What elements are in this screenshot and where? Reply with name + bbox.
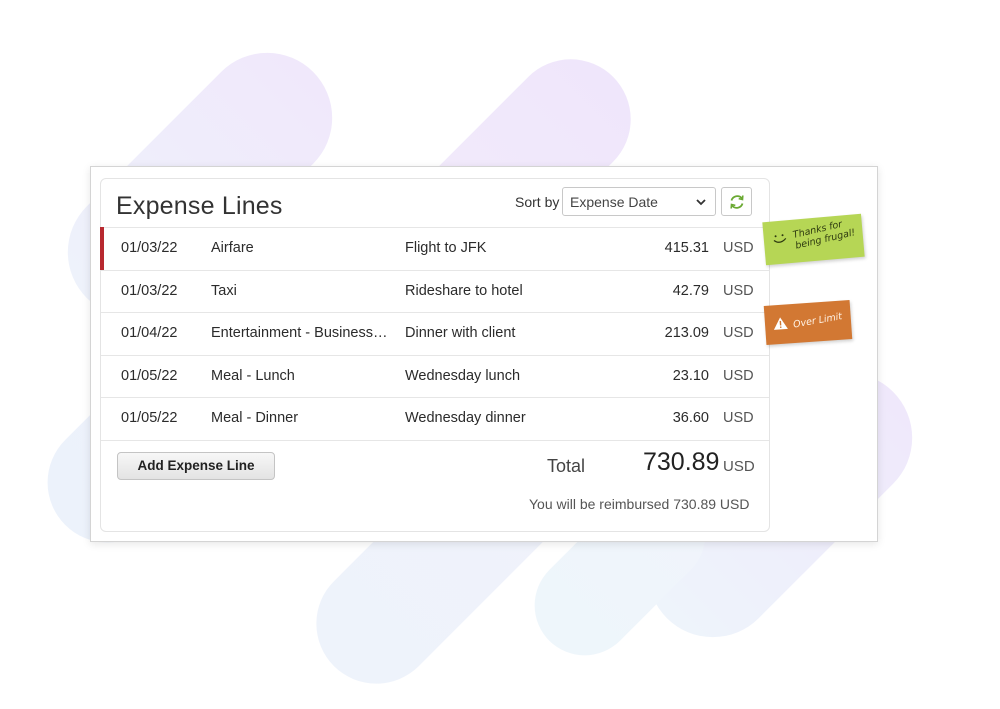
table-row[interactable]: 01/03/22 Taxi Rideshare to hotel 42.79 U… xyxy=(101,269,769,313)
table-row[interactable]: 01/05/22 Meal - Dinner Wednesday dinner … xyxy=(101,397,769,441)
add-expense-line-button[interactable]: Add Expense Line xyxy=(117,452,275,480)
table-row[interactable]: 01/05/22 Meal - Lunch Wednesday lunch 23… xyxy=(101,354,769,398)
row-amount: 36.60 xyxy=(672,410,709,426)
row-amount: 23.10 xyxy=(672,367,709,384)
row-category: Meal - Dinner xyxy=(211,410,299,426)
row-description: Rideshare to hotel xyxy=(405,282,523,299)
row-description: Flight to JFK xyxy=(405,240,487,256)
row-description: Dinner with client xyxy=(405,325,516,341)
row-category: Airfare xyxy=(211,240,254,256)
row-currency: USD xyxy=(723,325,754,341)
row-currency: USD xyxy=(723,410,754,426)
row-flag-marker xyxy=(100,227,104,270)
row-date: 01/03/22 xyxy=(121,282,178,299)
row-amount: 42.79 xyxy=(672,282,709,299)
row-currency: USD xyxy=(723,367,754,384)
row-date: 01/03/22 xyxy=(121,240,178,256)
reimbursement-text: You will be reimbursed 730.89 USD xyxy=(529,496,750,512)
table-row[interactable]: 01/04/22 Entertainment - Business … Dinn… xyxy=(101,312,769,355)
refresh-button[interactable] xyxy=(721,187,752,216)
expense-lines-panel: Expense Lines Sort by Expense Date 01/03… xyxy=(100,178,770,532)
row-currency: USD xyxy=(723,240,754,256)
row-date: 01/05/22 xyxy=(121,367,178,384)
total-value: 730.89 xyxy=(643,448,720,476)
row-category: Entertainment - Business … xyxy=(211,325,391,341)
sort-select-value: Expense Date xyxy=(570,194,658,210)
expense-lines-table: 01/03/22 Airfare Flight to JFK 415.31 US… xyxy=(100,227,769,441)
chevron-down-icon xyxy=(696,199,706,206)
total-currency: USD xyxy=(723,458,755,475)
sort-select[interactable]: Expense Date xyxy=(562,187,716,216)
panel-title: Expense Lines xyxy=(116,192,283,220)
row-amount: 415.31 xyxy=(664,240,709,256)
row-description: Wednesday dinner xyxy=(405,410,526,426)
frugal-note-text: Thanks for being frugal! xyxy=(792,216,857,252)
row-date: 01/04/22 xyxy=(121,325,178,341)
row-category: Taxi xyxy=(211,282,237,299)
over-limit-sticky-note: Over Limit xyxy=(763,300,853,345)
smile-icon xyxy=(773,234,787,243)
row-description: Wednesday lunch xyxy=(405,367,521,384)
row-currency: USD xyxy=(723,282,754,299)
over-limit-note-text: Over Limit xyxy=(792,311,843,331)
row-amount: 213.09 xyxy=(664,325,709,341)
expense-card: Expense Lines Sort by Expense Date 01/03… xyxy=(90,166,878,542)
table-row[interactable]: 01/03/22 Airfare Flight to JFK 415.31 US… xyxy=(100,227,769,270)
row-date: 01/05/22 xyxy=(121,410,178,426)
row-category: Meal - Lunch xyxy=(211,367,295,384)
sort-label: Sort by xyxy=(515,194,560,210)
warning-icon xyxy=(773,317,788,330)
total-label: Total xyxy=(547,456,586,476)
refresh-icon xyxy=(730,195,744,209)
frugal-sticky-note: Thanks for being frugal! xyxy=(762,213,865,266)
